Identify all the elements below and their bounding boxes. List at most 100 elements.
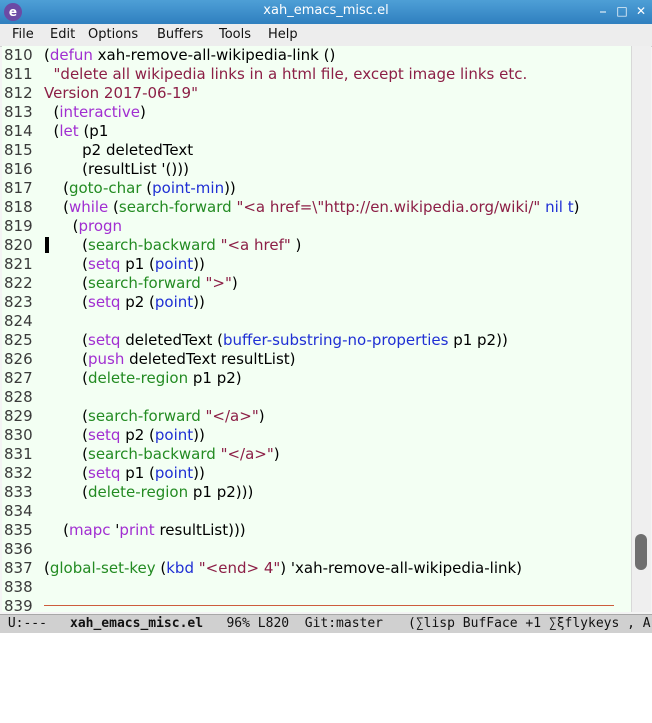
syntax-token: ( xyxy=(44,369,88,387)
line-number: 823 xyxy=(4,293,33,311)
syntax-token-fn: search-forward xyxy=(118,198,232,216)
syntax-token: ( xyxy=(44,464,88,482)
line-number: 837 xyxy=(4,559,33,577)
line-number: 818 xyxy=(4,198,33,216)
syntax-token-bi: point-min xyxy=(152,179,225,197)
syntax-token-kw: push xyxy=(88,350,125,368)
syntax-token: ) xyxy=(290,236,302,254)
minibuffer[interactable] xyxy=(0,633,652,650)
scrollbar-thumb[interactable] xyxy=(635,534,647,570)
syntax-token-fn: search-backward xyxy=(88,445,216,463)
code-text: (search-forward ">") xyxy=(44,274,238,293)
line-number: 819 xyxy=(4,217,33,235)
syntax-token: )) xyxy=(193,293,205,311)
line-number: 812 xyxy=(4,84,33,102)
code-text: Version 2017-06-19" xyxy=(44,84,198,103)
code-text: (global-set-key (kbd "<end> 4") 'xah-rem… xyxy=(44,559,522,578)
menu-file[interactable]: File xyxy=(12,27,34,42)
code-text: (search-backward "</a>") xyxy=(44,445,280,464)
code-text: (push deletedText resultList) xyxy=(44,350,296,369)
menu-help[interactable]: Help xyxy=(268,27,298,42)
syntax-token: ( xyxy=(155,559,167,577)
line-number: 826 xyxy=(4,350,33,368)
syntax-token: ) xyxy=(231,274,238,292)
syntax-token-str: ">" xyxy=(205,274,232,292)
line-number: 814 xyxy=(4,122,33,140)
syntax-token-str: "<a href" xyxy=(220,236,291,254)
syntax-token-bi: point xyxy=(154,464,194,482)
syntax-token: ( xyxy=(44,179,69,197)
title-bar[interactable]: e xah_emacs_misc.el ⎯ □ ✕ xyxy=(0,0,652,24)
line-number: 816 xyxy=(4,160,33,178)
editor-buffer[interactable]: ↩ 810(defun xah-remove-all-wikipedia-lin… xyxy=(2,46,631,612)
code-text: (setq p2 (point)) xyxy=(44,426,205,445)
modeline-modes[interactable]: (∑lisp BufFace +1 ∑ξflykeys , A xyxy=(408,615,651,633)
syntax-token-fn: delete-region xyxy=(88,369,189,387)
code-text: (search-backward "<a href" ) xyxy=(44,236,301,255)
line-number: 829 xyxy=(4,407,33,425)
syntax-token: ( xyxy=(44,293,88,311)
line-number: 820 xyxy=(4,236,33,254)
syntax-token-kw: defun xyxy=(49,46,93,64)
line-number: 833 xyxy=(4,483,33,501)
syntax-token: p1 p2)) xyxy=(448,331,508,349)
syntax-token: ( xyxy=(141,179,153,197)
menu-buffers[interactable]: Buffers xyxy=(157,27,203,42)
syntax-token-bi: point xyxy=(154,255,194,273)
syntax-token-kw: setq xyxy=(88,293,121,311)
modeline-buffer-name[interactable]: xah_emacs_misc.el xyxy=(70,615,203,633)
syntax-token: ) xyxy=(273,445,280,463)
syntax-token: ( xyxy=(44,122,60,140)
modeline-position: 96% L820 Git:master xyxy=(203,616,399,631)
syntax-token-fn: delete-region xyxy=(88,483,189,501)
syntax-token: p1 ( xyxy=(120,464,155,482)
syntax-token: ( xyxy=(44,331,88,349)
syntax-token: ) 'xah-remove-all-wikipedia-link) xyxy=(280,559,523,577)
syntax-token-kw: setq xyxy=(88,331,121,349)
code-text: "delete all wikipedia links in a html fi… xyxy=(44,65,528,84)
line-number: 824 xyxy=(4,312,33,330)
code-text: (delete-region p1 p2) xyxy=(44,369,242,388)
syntax-token: deletedText resultList) xyxy=(124,350,296,368)
line-number: 813 xyxy=(4,103,33,121)
menu-options[interactable]: Options xyxy=(88,27,138,42)
syntax-token: ) xyxy=(139,103,146,121)
code-text: (defun xah-remove-all-wikipedia-link () xyxy=(44,46,335,65)
close-icon[interactable]: ✕ xyxy=(634,4,648,18)
syntax-token-str: "delete all wikipedia links in a html fi… xyxy=(44,65,528,83)
vertical-scrollbar[interactable] xyxy=(631,46,651,612)
syntax-token: (resultList '())) xyxy=(44,160,189,178)
syntax-token-bi: buffer-substring-no-properties xyxy=(222,331,449,349)
code-text: (setq deletedText (buffer-substring-no-p… xyxy=(44,331,508,350)
line-number: 815 xyxy=(4,141,33,159)
syntax-token-kw: while xyxy=(68,198,109,216)
syntax-token: p2 deletedText xyxy=(44,141,194,159)
code-text: (interactive) xyxy=(44,103,146,122)
line-number: 832 xyxy=(4,464,33,482)
code-text: (progn xyxy=(44,217,122,236)
code-text: (while (search-forward "<a href=\"http:/… xyxy=(44,198,579,217)
syntax-token: )) xyxy=(224,179,236,197)
syntax-token: p2 ( xyxy=(120,293,155,311)
syntax-token-bi: point xyxy=(154,426,194,444)
code-text: (mapc 'print resultList))) xyxy=(44,521,246,540)
menu-edit[interactable]: Edit xyxy=(50,27,75,42)
syntax-token-fn: search-forward xyxy=(88,274,201,292)
maximize-icon[interactable]: □ xyxy=(615,4,629,18)
line-number: 831 xyxy=(4,445,33,463)
syntax-token-kw: progn xyxy=(78,217,123,235)
menu-tools[interactable]: Tools xyxy=(219,27,251,42)
syntax-token: (p1 xyxy=(78,122,109,140)
syntax-token-kw: let xyxy=(59,122,79,140)
syntax-token-kw: interactive xyxy=(59,103,140,121)
syntax-token: ( xyxy=(44,350,88,368)
code-text: (let (p1 xyxy=(44,122,109,141)
syntax-token-fn: goto-char xyxy=(68,179,142,197)
line-number: 822 xyxy=(4,274,33,292)
syntax-token-bi: point xyxy=(154,293,194,311)
syntax-token: ( xyxy=(44,521,69,539)
code-text: (setq p1 (point)) xyxy=(44,255,205,274)
minimize-icon[interactable]: ⎯ xyxy=(596,4,610,18)
line-number: 828 xyxy=(4,388,33,406)
syntax-token: ( xyxy=(44,217,79,235)
